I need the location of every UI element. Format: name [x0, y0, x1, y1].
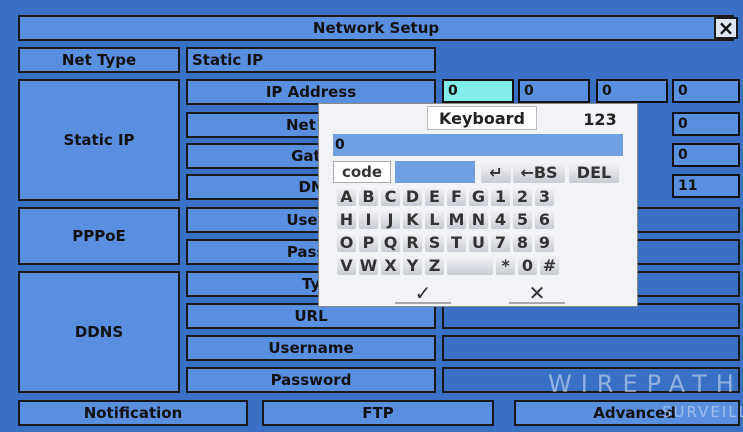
key-6[interactable]: 6 [535, 209, 554, 229]
key-I[interactable]: I [359, 209, 378, 229]
key-H[interactable]: H [337, 209, 356, 229]
code-input[interactable] [395, 161, 475, 183]
ip-octet-2[interactable]: 0 [518, 79, 590, 103]
key-0[interactable]: 0 [518, 255, 537, 275]
ddns-username-label: Username [186, 335, 436, 361]
key-W[interactable]: W [359, 255, 378, 275]
enter-key[interactable]: ↵ [481, 161, 511, 183]
key-D[interactable]: D [403, 186, 422, 206]
ddns-password-label: Password [186, 367, 436, 393]
key-T[interactable]: T [447, 232, 466, 252]
key-7[interactable]: 7 [491, 232, 510, 252]
key-N[interactable]: N [469, 209, 488, 229]
delete-key[interactable]: DEL [569, 161, 619, 183]
key-1[interactable]: 1 [491, 186, 510, 206]
key-U[interactable]: U [469, 232, 488, 252]
virtual-keyboard: Keyboard 123 0 code ↵ ←BS DEL ABCDEFG123… [318, 103, 638, 307]
key-O[interactable]: O [337, 232, 356, 252]
key-G[interactable]: G [469, 186, 488, 206]
close-icon[interactable]: × [714, 17, 738, 39]
key-C[interactable]: C [381, 186, 400, 206]
static-ip-group-label: Static IP [18, 79, 180, 201]
key-V[interactable]: V [337, 255, 356, 275]
key-P[interactable]: P [359, 232, 378, 252]
key-B[interactable]: B [359, 186, 378, 206]
keyboard-mode-toggle[interactable]: 123 [575, 108, 625, 130]
code-label: code [333, 161, 391, 183]
pppoe-group-label: PPPoE [18, 207, 180, 265]
ip-octet-1[interactable]: 0 [442, 79, 514, 103]
net-type-label: Net Type [18, 47, 180, 73]
key-L[interactable]: L [425, 209, 444, 229]
key-K[interactable]: K [403, 209, 422, 229]
key-4[interactable]: 4 [491, 209, 510, 229]
ip-octet-3[interactable]: 0 [596, 79, 668, 103]
ip-octet-4[interactable]: 0 [672, 79, 740, 103]
ip-address-label: IP Address [186, 79, 436, 105]
keyboard-title: Keyboard [427, 106, 537, 130]
key-X[interactable]: X [381, 255, 400, 275]
key-R[interactable]: R [403, 232, 422, 252]
key-Y[interactable]: Y [403, 255, 422, 275]
key-Q[interactable]: Q [381, 232, 400, 252]
key-5[interactable]: 5 [513, 209, 532, 229]
tab-notification[interactable]: Notification [18, 400, 248, 426]
keyboard-input[interactable]: 0 [333, 134, 623, 156]
watermark-subtitle: SURVEILLA [662, 403, 743, 421]
key-8[interactable]: 8 [513, 232, 532, 252]
backspace-key[interactable]: ←BS [513, 161, 565, 183]
dns-octet-4[interactable]: 11 [672, 174, 740, 198]
key-9[interactable]: 9 [535, 232, 554, 252]
tab-ftp[interactable]: FTP [262, 400, 494, 426]
key-*[interactable]: * [496, 255, 515, 275]
cross-icon: ✕ [528, 281, 546, 305]
key-Z[interactable]: Z [425, 255, 444, 275]
net-type-select[interactable]: Static IP [186, 47, 436, 73]
key-F[interactable]: F [447, 186, 466, 206]
check-icon: ✓ [414, 281, 432, 305]
key-2[interactable]: 2 [513, 186, 532, 206]
ddns-username-field[interactable] [442, 335, 740, 361]
key-J[interactable]: J [381, 209, 400, 229]
space-key[interactable] [447, 255, 493, 275]
key-3[interactable]: 3 [535, 186, 554, 206]
watermark-logo: WIREPATH [548, 370, 743, 398]
key-E[interactable]: E [425, 186, 444, 206]
key-#[interactable]: # [540, 255, 559, 275]
netmask-octet-4[interactable]: 0 [672, 112, 740, 136]
cancel-button[interactable]: ✕ [509, 281, 565, 305]
key-M[interactable]: M [447, 209, 466, 229]
ok-button[interactable]: ✓ [395, 281, 451, 305]
key-A[interactable]: A [337, 186, 356, 206]
window-title: Network Setup [18, 15, 734, 41]
ddns-group-label: DDNS [18, 271, 180, 393]
gateway-octet-4[interactable]: 0 [672, 143, 740, 167]
key-S[interactable]: S [425, 232, 444, 252]
